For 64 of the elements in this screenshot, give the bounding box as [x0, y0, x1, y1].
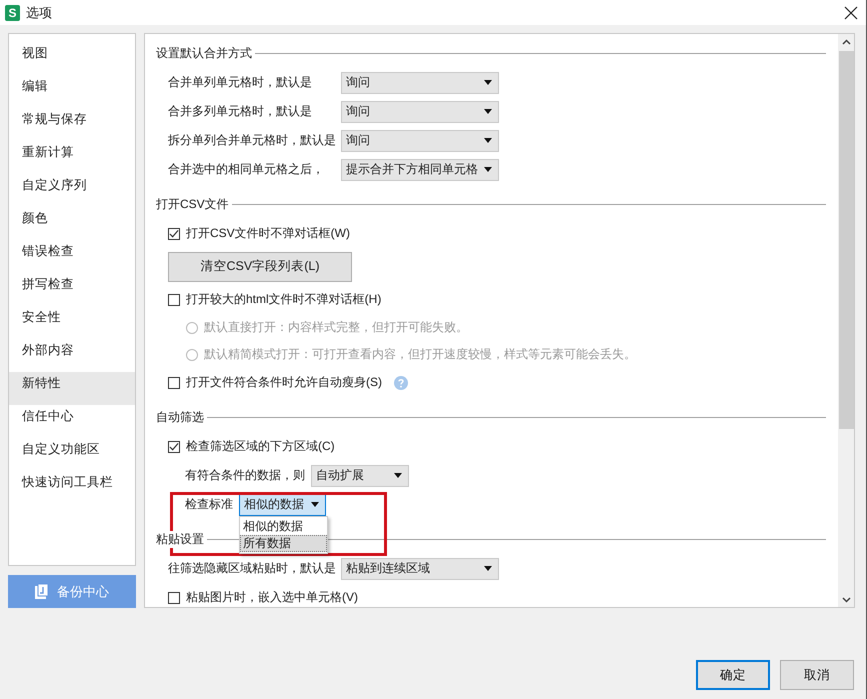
dropdown[interactable]: 提示合并下方相同单元格 — [341, 158, 499, 180]
checkbox-label: 打开CSV文件时不弹对话框(W) — [186, 225, 350, 242]
field-label: 合并选中的相同单元格之后， — [168, 161, 325, 178]
checkbox[interactable] — [168, 440, 180, 452]
dialog-button[interactable]: 取消 — [780, 660, 854, 690]
scrollbar[interactable] — [838, 34, 854, 607]
caret-icon — [484, 138, 492, 143]
caret-icon — [484, 566, 492, 571]
sidebar-item[interactable]: 常规与保存 — [9, 108, 135, 141]
dialog-button[interactable]: 确定 — [696, 660, 770, 690]
sidebar-item[interactable]: 安全性 — [9, 306, 135, 339]
document-icon — [35, 584, 48, 600]
checkbox-label: 打开文件符合条件时允许自动瘦身(S) — [186, 374, 382, 391]
caret-icon — [311, 502, 319, 507]
caret-icon — [484, 167, 492, 172]
sidebar-item[interactable]: 重新计算 — [9, 141, 135, 174]
checkbox[interactable] — [168, 294, 180, 306]
sidebar-item[interactable]: 新特性 — [9, 372, 135, 405]
close-icon[interactable] — [844, 6, 858, 20]
checkbox[interactable] — [168, 228, 180, 240]
field-label: 往筛选隐藏区域粘贴时，默认是 — [168, 560, 337, 577]
field-label: 检查标准 — [184, 496, 234, 513]
dropdown[interactable]: 询问 — [341, 100, 499, 122]
sidebar-item[interactable]: 自定义序列 — [9, 174, 135, 207]
window-title: 选项 — [26, 4, 52, 22]
sidebar-item[interactable]: 视图 — [9, 42, 135, 75]
sidebar-item[interactable]: 编辑 — [9, 75, 135, 108]
field-label: 合并多列单元格时，默认是 — [168, 103, 313, 120]
radio-label: 默认精简模式打开：可打开查看内容，但打开速度较慢，样式等元素可能会丢失。 — [204, 346, 636, 363]
scroll-up-icon[interactable] — [842, 39, 850, 45]
section-title: 设置默认合并方式 — [156, 44, 252, 62]
dropdown-option[interactable]: 所有数据 — [240, 534, 327, 552]
checkbox-label: 检查筛选区域的下方区域(C) — [186, 438, 335, 455]
checkbox[interactable] — [168, 376, 180, 388]
radio-label: 默认直接打开：内容样式完整，但打开可能失败。 — [204, 319, 468, 336]
scroll-down-icon[interactable] — [842, 597, 850, 603]
field-label: 有符合条件的数据，则 — [184, 467, 306, 484]
section-title: 自动筛选 — [156, 408, 204, 426]
caret-icon — [394, 473, 402, 478]
clear-list-button[interactable]: 清空CSV字段列表(L) — [168, 252, 352, 282]
sidebar-item[interactable]: 拼写检查 — [9, 273, 135, 306]
section-title: 打开CSV文件 — [156, 196, 229, 212]
checkbox[interactable] — [168, 592, 180, 604]
checkbox-label: 粘贴图片时，嵌入选中单元格(V) — [186, 589, 358, 606]
section-title: 粘贴设置 — [156, 530, 204, 548]
dropdown-option[interactable]: 相似的数据 — [240, 518, 327, 534]
field-label: 合并单列单元格时，默认是 — [168, 74, 313, 91]
dropdown[interactable]: 相似的数据 — [239, 494, 326, 516]
dropdown[interactable]: 自动扩展 — [311, 464, 409, 486]
sidebar-item[interactable]: 错误检查 — [9, 240, 135, 273]
sidebar-item[interactable]: 颜色 — [9, 207, 135, 240]
dropdown[interactable]: 粘贴到连续区域 — [341, 558, 499, 580]
sidebar-item[interactable]: 快速访问工具栏 — [9, 471, 135, 504]
scroll-thumb[interactable] — [838, 51, 854, 429]
sidebar-item[interactable]: 信任中心 — [9, 405, 135, 438]
field-label: 拆分单列合并单元格时，默认是 — [168, 132, 337, 149]
app-icon: S — [5, 4, 20, 20]
dropdown[interactable]: 询问 — [341, 72, 499, 94]
dropdown[interactable]: 询问 — [341, 130, 499, 152]
caret-icon — [484, 109, 492, 114]
caret-icon — [484, 80, 492, 85]
sidebar-item[interactable]: 自定义功能区 — [9, 438, 135, 471]
sidebar-item[interactable]: 外部内容 — [9, 339, 135, 372]
checkbox-label: 打开较大的html文件时不弹对话框(H) — [186, 291, 382, 308]
